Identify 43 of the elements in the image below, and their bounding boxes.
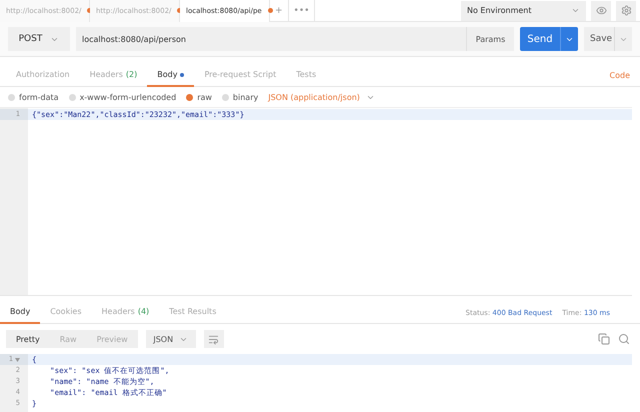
wrap-text-icon bbox=[208, 334, 220, 344]
response-tab[interactable]: Headers (4) bbox=[92, 302, 160, 324]
radio-button[interactable] bbox=[186, 94, 194, 100]
save-button[interactable]: Save bbox=[584, 27, 614, 51]
chevron-down-icon bbox=[571, 6, 580, 15]
copy-icon[interactable] bbox=[598, 333, 610, 345]
method-select[interactable]: POST bbox=[8, 27, 70, 51]
code-link[interactable]: Code bbox=[610, 71, 630, 80]
send-button[interactable]: Send bbox=[520, 27, 560, 51]
send-button-group[interactable]: Send bbox=[520, 27, 578, 51]
fold-caret-icon[interactable] bbox=[15, 358, 20, 362]
eye-button[interactable] bbox=[591, 0, 611, 20]
content-type-select[interactable]: JSON (application/json) bbox=[268, 92, 375, 102]
request-section-tab[interactable]: Body bbox=[147, 64, 194, 86]
radio-button[interactable] bbox=[68, 94, 76, 100]
format-select[interactable]: JSON bbox=[146, 330, 196, 348]
radio-button[interactable] bbox=[222, 94, 229, 100]
body-type-option[interactable]: raw bbox=[186, 92, 212, 102]
radio-label: form-data bbox=[19, 92, 59, 102]
view-mode-button[interactable]: Pretty bbox=[6, 330, 50, 348]
request-section-tab[interactable]: Headers (2) bbox=[80, 64, 148, 86]
request-section-tab[interactable]: Tests bbox=[286, 64, 326, 86]
response-tab[interactable]: Body bbox=[0, 302, 40, 324]
tab-count: (4) bbox=[138, 307, 150, 316]
radio-button[interactable] bbox=[8, 94, 15, 100]
radio-label: raw bbox=[197, 92, 212, 102]
body-type-option[interactable]: form-data bbox=[8, 92, 59, 102]
wrap-lines-button[interactable] bbox=[204, 330, 224, 348]
params-button[interactable]: Params bbox=[466, 27, 514, 51]
search-icon[interactable] bbox=[618, 333, 630, 345]
eye-icon bbox=[596, 5, 606, 16]
request-section-tab[interactable]: Authorization bbox=[6, 64, 80, 86]
settings-button[interactable] bbox=[616, 0, 636, 20]
response-tab[interactable]: Test Results bbox=[159, 302, 226, 324]
environment-select[interactable]: No Environment bbox=[461, 0, 586, 20]
url-field[interactable]: localhost:8080/api/person bbox=[76, 27, 466, 51]
body-type-option[interactable]: binary bbox=[222, 92, 258, 102]
tab-count: (2) bbox=[126, 70, 138, 79]
gear-icon bbox=[620, 5, 632, 16]
request-section-tab[interactable]: Pre-request Script bbox=[194, 64, 286, 86]
save-button-group[interactable]: Save bbox=[584, 27, 632, 51]
radio-label: binary bbox=[232, 92, 258, 102]
response-tab[interactable]: Cookies bbox=[40, 302, 92, 324]
